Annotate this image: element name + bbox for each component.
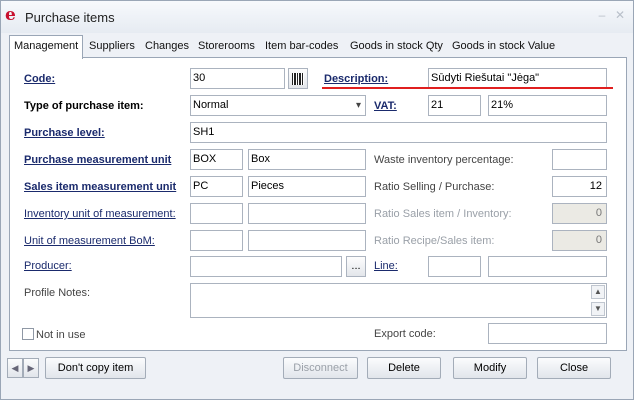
vat-code-input[interactable]: 21 xyxy=(428,95,481,116)
sales-unit-code-input[interactable]: PC xyxy=(190,176,243,197)
tab-management[interactable]: Management xyxy=(9,35,84,59)
profile-notes-textarea[interactable] xyxy=(190,283,607,318)
purchase-unit-label: Purchase measurement unit xyxy=(24,154,172,166)
purchase-unit-name-input[interactable]: Box xyxy=(248,149,366,170)
modify-button[interactable]: Modify xyxy=(453,357,527,379)
export-code-input[interactable] xyxy=(488,323,607,344)
code-input[interactable]: 30 xyxy=(190,68,285,89)
tab-goods-in-stock-value[interactable]: Goods in stock Value xyxy=(452,37,555,57)
minimize-icon[interactable]: – xyxy=(595,8,609,22)
tab-item-bar-codes[interactable]: Item bar-codes xyxy=(265,37,338,57)
ratio-recipe-sales-input: 0 xyxy=(552,230,607,251)
scroll-up-icon[interactable]: ▲ xyxy=(591,285,605,299)
bom-unit-name-input[interactable] xyxy=(248,230,366,251)
waste-input[interactable] xyxy=(552,149,607,170)
previous-record-icon[interactable]: ◀ xyxy=(7,358,23,378)
inventory-unit-code-input[interactable] xyxy=(190,203,243,224)
export-code-label: Export code: xyxy=(374,328,436,340)
close-button[interactable]: Close xyxy=(537,357,611,379)
description-label: Description: xyxy=(324,73,389,85)
inventory-unit-label: Inventory unit of measurement: xyxy=(24,208,176,220)
tab-goods-in-stock-qty[interactable]: Goods in stock Qty xyxy=(350,37,443,57)
ratio-selling-purchase-input[interactable]: 12 xyxy=(552,176,607,197)
purchase-level-input[interactable]: SH1 xyxy=(190,122,607,143)
type-select[interactable]: Normal xyxy=(190,95,366,116)
bom-unit-label: Unit of measurement BoM: xyxy=(24,235,155,247)
ratio-selling-purchase-label: Ratio Selling / Purchase: xyxy=(374,181,495,193)
vat-percent-input[interactable]: 21% xyxy=(488,95,607,116)
tab-changes[interactable]: Changes xyxy=(145,37,189,57)
sales-unit-name-input[interactable]: Pieces xyxy=(248,176,366,197)
barcode-button[interactable] xyxy=(288,68,308,89)
producer-label: Producer: xyxy=(24,260,72,272)
code-label: Code: xyxy=(24,73,56,85)
dont-copy-item-button[interactable]: Don't copy item xyxy=(45,357,146,379)
close-icon[interactable]: ✕ xyxy=(613,8,627,22)
line-label: Line: xyxy=(374,260,398,272)
waste-label: Waste inventory percentage: xyxy=(374,154,514,166)
ratio-sales-inventory-input: 0 xyxy=(552,203,607,224)
inventory-unit-name-input[interactable] xyxy=(248,203,366,224)
not-in-use-label: Not in use xyxy=(36,329,86,341)
scroll-down-icon[interactable]: ▼ xyxy=(591,302,605,316)
delete-button[interactable]: Delete xyxy=(367,357,441,379)
not-in-use-checkbox[interactable] xyxy=(22,328,34,340)
description-input[interactable]: Sūdyti Riešutai "Jėga" xyxy=(428,68,607,89)
purchase-unit-code-input[interactable]: BOX xyxy=(190,149,243,170)
line-code-input[interactable] xyxy=(428,256,481,277)
tab-suppliers[interactable]: Suppliers xyxy=(89,37,135,57)
window-title: Purchase items xyxy=(25,10,115,25)
ratio-recipe-sales-label: Ratio Recipe/Sales item: xyxy=(374,235,495,247)
producer-browse-button[interactable]: ... xyxy=(346,256,366,277)
tab-strip: Management Suppliers Changes Storerooms … xyxy=(9,35,629,59)
next-record-icon[interactable]: ▶ xyxy=(23,358,39,378)
profile-notes-label: Profile Notes: xyxy=(24,287,91,299)
producer-input[interactable] xyxy=(190,256,342,277)
description-highlight-line xyxy=(322,87,613,89)
app-logo-icon: e xyxy=(5,5,16,25)
ratio-sales-inventory-label: Ratio Sales item / Inventory: xyxy=(374,208,512,220)
bom-unit-code-input[interactable] xyxy=(190,230,243,251)
purchase-level-label: Purchase level: xyxy=(24,127,105,139)
title-bar: e Purchase items – ✕ xyxy=(1,1,633,33)
vat-label: VAT: xyxy=(374,100,397,112)
type-label: Type of purchase item: xyxy=(24,100,144,112)
disconnect-button[interactable]: Disconnect xyxy=(283,357,358,379)
purchase-items-window: e Purchase items – ✕ Management Supplier… xyxy=(0,0,634,400)
sales-unit-label: Sales item measurement unit xyxy=(24,181,177,193)
tab-storerooms[interactable]: Storerooms xyxy=(198,37,255,57)
line-name-input[interactable] xyxy=(488,256,607,277)
barcode-icon xyxy=(292,73,304,85)
